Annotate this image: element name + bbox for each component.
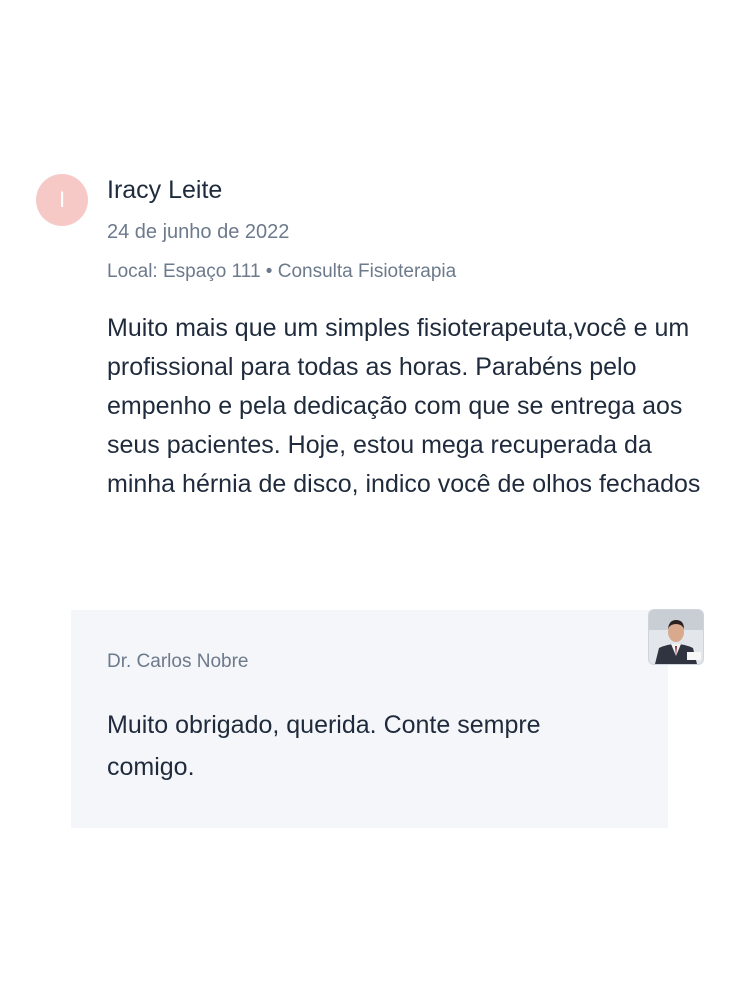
doctor-reply: Dr. Carlos Nobre Muito obrigado, querida… (71, 610, 668, 828)
review-location-service: Local: Espaço 111 • Consulta Fisioterapi… (107, 261, 457, 282)
doctor-avatar-photo (649, 610, 703, 664)
reviewer-avatar: I (36, 174, 88, 226)
reply-author: Dr. Carlos Nobre (107, 651, 249, 672)
doctor-portrait-icon (649, 610, 703, 664)
reply-text: Muito obrigado, querida. Conte sempre co… (107, 711, 541, 781)
review-text: Muito mais que um simples fisioterapeuta… (107, 314, 701, 498)
review-date: 24 de junho de 2022 (107, 221, 290, 243)
reviewer-name: Iracy Leite (107, 176, 223, 204)
review-card: I Iracy Leite 24 de junho de 2022 Local:… (0, 0, 739, 1000)
